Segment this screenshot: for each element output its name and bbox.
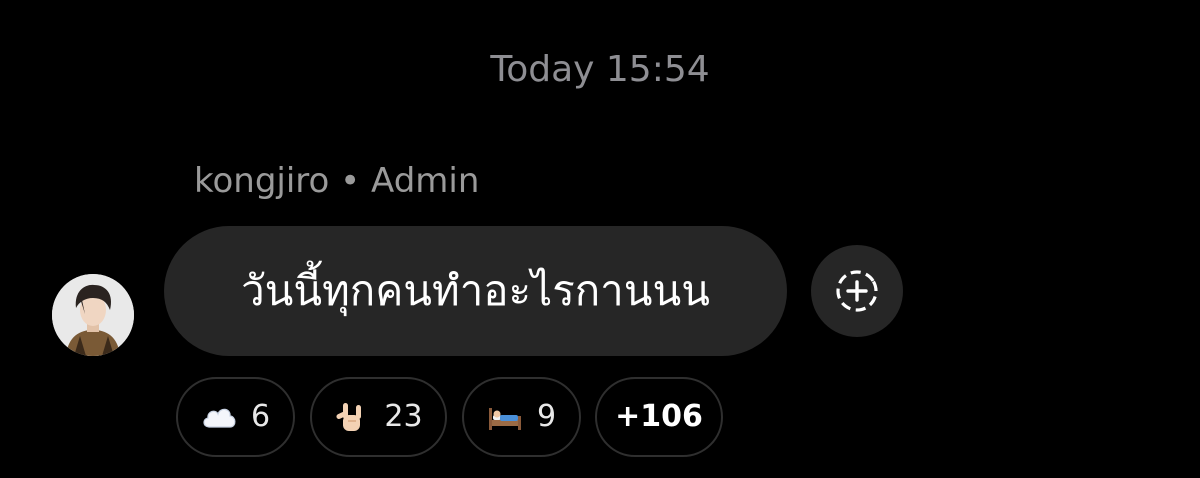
more-reactions-label: +106 (615, 399, 703, 434)
avatar-photo-icon (52, 274, 134, 356)
sender-role-badge: Admin (371, 161, 480, 201)
reaction-chip-person-in-bed[interactable]: 9 (462, 377, 581, 457)
reaction-chip-cloud[interactable]: 6 (176, 377, 295, 457)
message-text: วันนี้ทุกคนทำอะไรกานนน (241, 266, 710, 315)
person-in-bed-emoji-icon (487, 399, 523, 435)
sender-line: kongjiro • Admin (194, 160, 479, 202)
message-bubble[interactable]: วันนี้ทุกคนทำอะไรกานนน (164, 226, 787, 356)
more-reactions-button[interactable]: +106 (595, 377, 723, 457)
reaction-chip-love-you-gesture[interactable]: 23 (310, 377, 447, 457)
message-timestamp: Today 15:54 (490, 49, 710, 90)
love-you-gesture-emoji-icon (334, 399, 370, 435)
reaction-count: 6 (250, 399, 271, 434)
reaction-count: 23 (384, 399, 423, 434)
add-reaction-icon (836, 270, 878, 312)
avatar[interactable] (52, 274, 134, 356)
add-reaction-button[interactable] (811, 245, 903, 337)
cloud-emoji-icon (201, 399, 237, 435)
sender-separator: • (340, 161, 361, 201)
reaction-count: 9 (536, 399, 557, 434)
sender-name[interactable]: kongjiro (194, 161, 329, 201)
